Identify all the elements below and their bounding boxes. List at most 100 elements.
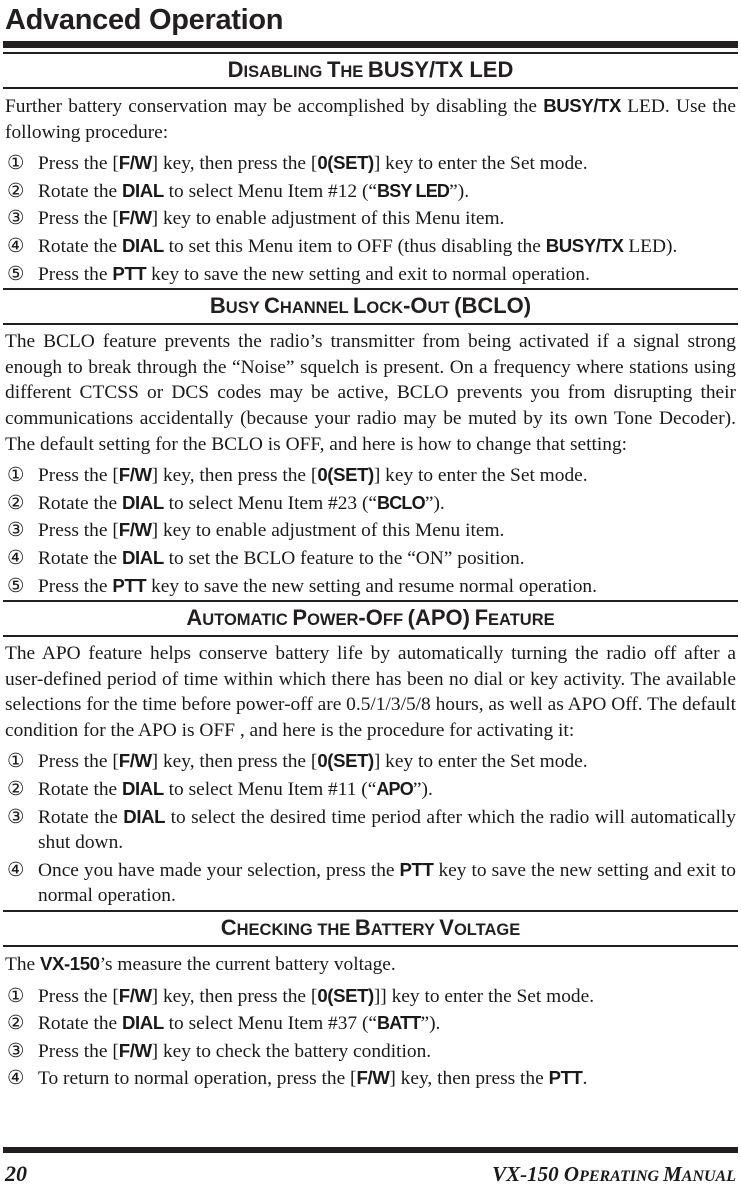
section-heading-checking-battery-voltage: CHECKING THE BATTERY VOLTAGE <box>220 915 521 941</box>
section-intro-paragraph: Further battery conservation may be acco… <box>5 95 736 143</box>
header-thick-rule <box>3 41 738 48</box>
section-automatic-power-off: AUTOMATIC POWER-OFF (APO) FEATURE The AP… <box>3 600 738 909</box>
section-heading-automatic-power-off: AUTOMATIC POWER-OFF (APO) FEATURE <box>186 605 555 631</box>
section-heading-disabling-busy-tx-led: DISABLING THE BUSY/TX LED <box>227 57 514 82</box>
step-number: ③ <box>7 1038 25 1062</box>
hardware-key-label: DIAL <box>122 778 164 800</box>
section-intro-paragraph: The BCLO feature prevents the radio’s tr… <box>5 331 736 455</box>
model-name: VX-150 <box>40 953 100 975</box>
step-number: ② <box>7 178 25 202</box>
hardware-key-label: 0(SET) <box>317 984 374 1006</box>
step-text: Press the [F/W] key to check the battery… <box>38 1039 432 1062</box>
step-text: Rotate the DIAL to select Menu Item #12 … <box>38 179 470 202</box>
step-text: Rotate the DIAL to set this Menu item to… <box>38 234 678 257</box>
footer-manual-title: VX-150 OPERATING MANUAL <box>492 1161 736 1186</box>
step-text: Press the PTT key to save the new settin… <box>38 262 590 285</box>
procedure-step: ③ Press the [F/W] key to check the batter… <box>5 1038 736 1065</box>
menu-item-label: BCLO <box>377 492 426 513</box>
procedure-step: ③ Press the [F/W] key to enable adjustmen… <box>5 517 736 544</box>
procedure-step: ② Rotate the DIAL to select Menu Item #37… <box>5 1010 736 1037</box>
step-text: Press the [F/W] key to enable adjustment… <box>38 207 505 230</box>
hardware-key-label: 0(SET) <box>317 152 374 174</box>
step-text: Rotate the DIAL to select Menu Item #11 … <box>38 778 433 801</box>
hardware-key-label: DIAL <box>122 234 164 256</box>
hardware-key-label: PTT <box>399 858 434 880</box>
procedure-step: ③ Rotate the DIAL to select the desired t… <box>5 804 736 856</box>
step-number: ④ <box>7 857 25 881</box>
hardware-key-label: 0(SET) <box>317 750 374 772</box>
step-number: ① <box>7 463 25 487</box>
section-checking-battery-voltage: CHECKING THE BATTERY VOLTAGE The VX-150’… <box>3 910 738 1092</box>
procedure-step: ② Rotate the DIAL to select Menu Item #12… <box>5 178 736 205</box>
hardware-key-label: 0(SET) <box>317 464 374 486</box>
hardware-key-label: DIAL <box>122 1012 164 1034</box>
step-number: ⑤ <box>7 261 25 285</box>
hardware-key-label: DIAL <box>122 179 164 201</box>
page-footer: 20 VX-150 OPERATING MANUAL <box>3 1157 738 1191</box>
step-text: Press the [F/W] key to enable adjustment… <box>38 519 505 542</box>
hardware-key-label: F/W <box>118 984 152 1006</box>
step-number: ② <box>7 777 25 801</box>
step-text: To return to normal operation, press the… <box>38 1067 588 1090</box>
step-text: Rotate the DIAL to select Menu Item #23 … <box>38 491 445 514</box>
step-number: ③ <box>7 804 25 828</box>
step-number: ⑤ <box>7 573 25 597</box>
step-list-busy-channel-lock-out: ① Press the [F/W] key, then press the [0(… <box>3 457 738 599</box>
hardware-key-label: DIAL <box>122 491 164 513</box>
hardware-key-label: F/W <box>356 1067 390 1089</box>
hardware-key-label: PTT <box>112 262 147 284</box>
procedure-step: ④ Once you have made your selection, pres… <box>5 857 736 909</box>
step-text: Rotate the DIAL to select the desired ti… <box>38 805 736 854</box>
procedure-step: ② Rotate the DIAL to select Menu Item #23… <box>5 490 736 517</box>
step-number: ① <box>7 749 25 773</box>
hardware-key-label: F/W <box>118 464 152 486</box>
hardware-key-label: PTT <box>548 1067 583 1089</box>
step-list-automatic-power-off: ① Press the [F/W] key, then press the [0(… <box>3 743 738 909</box>
procedure-step: ③ Press the [F/W] key to enable adjustmen… <box>5 205 736 232</box>
step-text: Once you have made your selection, press… <box>38 858 736 907</box>
hardware-key-label: F/W <box>118 750 152 772</box>
step-number: ② <box>7 490 25 514</box>
procedure-step: ④ To return to normal operation, press th… <box>5 1065 736 1092</box>
step-number: ③ <box>7 518 25 542</box>
step-text: Rotate the DIAL to set the BCLO feature … <box>38 546 525 569</box>
step-number: ② <box>7 1011 25 1035</box>
step-number: ④ <box>7 545 25 569</box>
hardware-key-label: DIAL <box>122 546 164 568</box>
menu-item-label: BATT <box>377 1013 421 1034</box>
procedure-step: ④ Rotate the DIAL to set this Menu item t… <box>5 233 736 260</box>
menu-item-label: BSY LED <box>377 180 450 201</box>
footer-page-number: 20 <box>5 1161 27 1186</box>
section-intro-paragraph: The APO feature helps conserve battery l… <box>5 643 736 741</box>
step-number: ④ <box>7 1066 25 1090</box>
step-list-checking-battery-voltage: ① Press the [F/W] key, then press the [0(… <box>3 978 738 1092</box>
footer-rule <box>3 1147 738 1153</box>
section-heading-busy-channel-lock-out: BUSY CHANNEL LOCK-OUT (BCLO) <box>209 293 532 319</box>
hardware-key-label: DIAL <box>123 805 166 827</box>
procedure-step: ① Press the [F/W] key, then press the [0(… <box>5 983 736 1010</box>
procedure-step: ① Press the [F/W] key, then press the [0(… <box>5 748 736 775</box>
hardware-key-label: BUSY/TX <box>545 234 624 256</box>
procedure-step: ⑤ Press the PTT key to save the new setti… <box>5 261 736 288</box>
step-number: ③ <box>7 206 25 230</box>
step-text: Rotate the DIAL to select Menu Item #37 … <box>38 1012 441 1035</box>
step-text: Press the [F/W] key, then press the [0(S… <box>38 152 588 175</box>
hardware-key-label: F/W <box>118 519 152 541</box>
step-text: Press the [F/W] key, then press the [0(S… <box>38 750 588 773</box>
procedure-step: ① Press the [F/W] key, then press the [0(… <box>5 462 736 489</box>
hardware-key-label: F/W <box>118 207 152 229</box>
hardware-key-label: F/W <box>118 152 152 174</box>
section-busy-channel-lock-out: BUSY CHANNEL LOCK-OUT (BCLO) The BCLO fe… <box>3 288 738 599</box>
procedure-step: ② Rotate the DIAL to select Menu Item #11… <box>5 776 736 803</box>
step-text: Press the [F/W] key, then press the [0(S… <box>38 984 595 1007</box>
hardware-key-label: F/W <box>118 1039 152 1061</box>
step-number: ① <box>7 983 25 1007</box>
procedure-step: ④ Rotate the DIAL to set the BCLO feature… <box>5 545 736 572</box>
step-number: ① <box>7 151 25 175</box>
step-number: ④ <box>7 233 25 257</box>
step-text: Press the [F/W] key, then press the [0(S… <box>38 464 588 487</box>
page-title: Advanced Operation <box>5 4 284 36</box>
manual-page: Advanced Operation DISABLING THE BUSY/TX… <box>0 0 741 1191</box>
menu-item-label: APO <box>376 779 413 800</box>
procedure-step: ① Press the [F/W] key, then press the [0(… <box>5 150 736 177</box>
